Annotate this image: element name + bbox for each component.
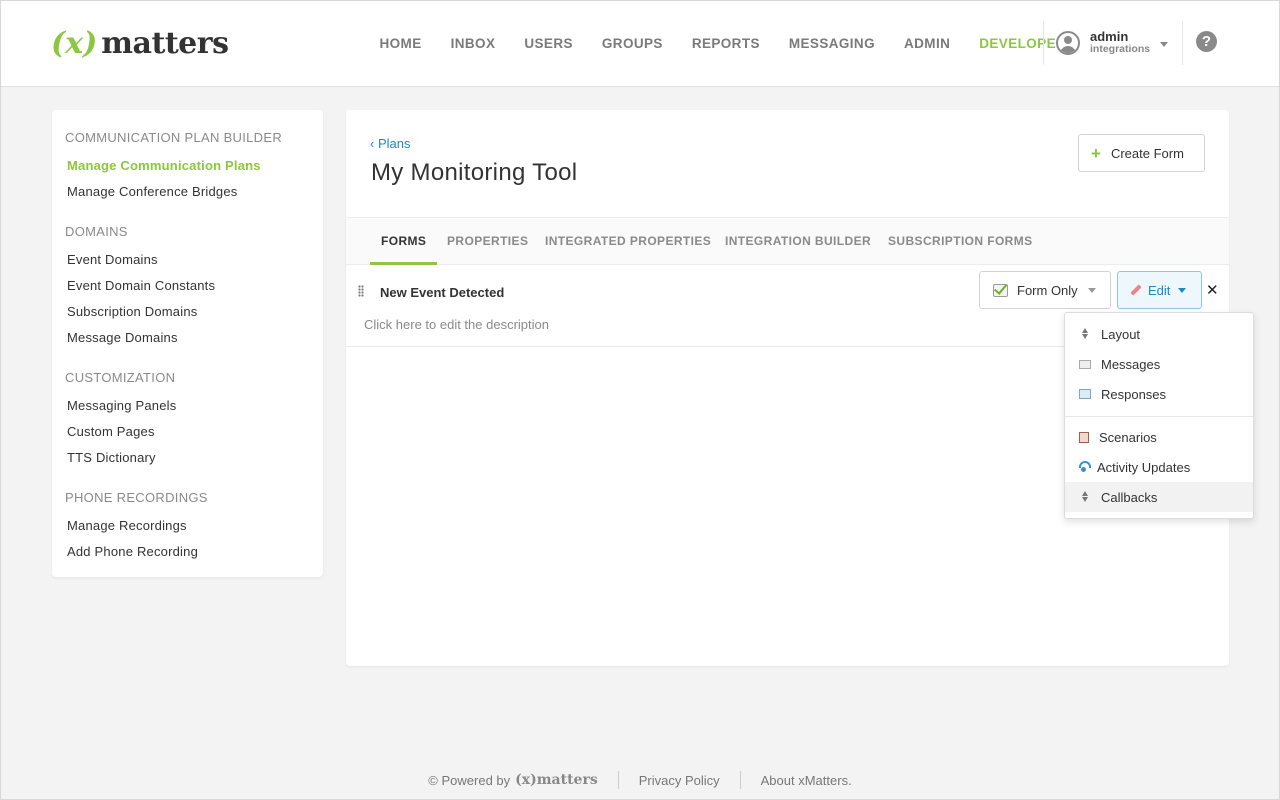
- sidebar-item-event-domain-constants[interactable]: Event Domain Constants: [67, 278, 215, 293]
- chevron-left-icon: ‹: [370, 136, 375, 151]
- broadcast-icon: [1079, 461, 1091, 473]
- form-mode-dropdown[interactable]: Form Only: [979, 271, 1111, 309]
- menu-item-activity-updates[interactable]: Activity Updates: [1065, 452, 1253, 482]
- sidebar-section-title: COMMUNICATION PLAN BUILDER: [65, 130, 283, 145]
- menu-item-label: Responses: [1101, 386, 1167, 402]
- sidebar-section-title: PHONE RECORDINGS: [65, 490, 208, 505]
- tab-integration-builder[interactable]: INTEGRATION BUILDER: [725, 218, 871, 265]
- pencil-icon: [1130, 284, 1142, 296]
- checkbox-icon: [993, 283, 1008, 297]
- tab-subscription-forms[interactable]: SUBSCRIPTION FORMS: [888, 218, 1033, 265]
- breadcrumb-plans: Plans: [377, 136, 411, 151]
- sidebar-item-add-phone-recording[interactable]: Add Phone Recording: [67, 544, 198, 559]
- tab-forms[interactable]: FORMS: [370, 218, 438, 265]
- responses-icon: [1079, 389, 1091, 399]
- nav-admin[interactable]: ADMIN: [890, 36, 965, 51]
- powered-by-text: © Powered by: [428, 772, 511, 788]
- user-info: admin integrations: [1090, 29, 1151, 55]
- menu-item-responses[interactable]: Responses: [1065, 379, 1253, 409]
- plus-icon: +: [1091, 143, 1101, 163]
- close-icon[interactable]: ✕: [1206, 281, 1219, 299]
- menu-item-label: Scenarios: [1099, 429, 1157, 445]
- page-title: My Monitoring Tool: [371, 159, 578, 186]
- breadcrumb[interactable]: ‹ Plans: [370, 136, 411, 151]
- sidebar-item-subscription-domains[interactable]: Subscription Domains: [67, 304, 197, 319]
- form-mode-label: Form Only: [1017, 282, 1078, 298]
- chevron-down-icon: [1160, 41, 1169, 47]
- sidebar-item-custom-pages[interactable]: Custom Pages: [67, 424, 155, 439]
- user-name: admin: [1090, 29, 1129, 44]
- about-link[interactable]: About xMatters.: [761, 773, 852, 788]
- menu-item-label: Messages: [1101, 356, 1161, 372]
- xmatters-logo[interactable]: (x) matters: [51, 23, 229, 63]
- create-form-button[interactable]: + Create Form: [1078, 134, 1205, 172]
- sort-icon: [1079, 491, 1091, 503]
- edit-label: Edit: [1148, 282, 1171, 298]
- nav-reports[interactable]: REPORTS: [677, 36, 774, 51]
- menu-item-messages[interactable]: Messages: [1065, 349, 1253, 379]
- nav-users[interactable]: USERS: [510, 36, 588, 51]
- user-menu[interactable]: admin integrations: [1043, 21, 1183, 65]
- main-nav: HOME INBOX USERS GROUPS REPORTS MESSAGIN…: [365, 1, 1081, 85]
- footer-divider: [739, 771, 741, 789]
- nav-inbox[interactable]: INBOX: [436, 36, 510, 51]
- tab-integrated-properties[interactable]: INTEGRATED PROPERTIES: [545, 218, 711, 265]
- sidebar: COMMUNICATION PLAN BUILDER Manage Commun…: [52, 110, 323, 577]
- sidebar-item-tts-dictionary[interactable]: TTS Dictionary: [67, 450, 156, 465]
- footer-divider: [617, 771, 619, 789]
- powered-by: © Powered by (x)matters: [428, 772, 597, 788]
- avatar-icon: [1056, 31, 1080, 55]
- sidebar-item-message-domains[interactable]: Message Domains: [67, 330, 178, 345]
- sort-icon: [1079, 328, 1091, 340]
- menu-item-label: Activity Updates: [1097, 459, 1191, 475]
- menu-item-scenarios[interactable]: Scenarios: [1065, 422, 1253, 452]
- sidebar-item-manage-conference-bridges[interactable]: Manage Conference Bridges: [67, 184, 238, 199]
- menu-item-callbacks[interactable]: Callbacks: [1065, 482, 1253, 512]
- footer: © Powered by (x)matters Privacy Policy A…: [1, 769, 1279, 791]
- sidebar-section-title: CUSTOMIZATION: [65, 370, 176, 385]
- sidebar-section-title: DOMAINS: [65, 224, 128, 239]
- edit-dropdown-menu: Layout Messages Responses Scenarios Acti…: [1064, 312, 1254, 519]
- menu-item-label: Layout: [1101, 326, 1141, 342]
- drag-handle-icon[interactable]: [358, 285, 364, 297]
- privacy-policy-link[interactable]: Privacy Policy: [639, 773, 720, 788]
- menu-item-label: Callbacks: [1101, 489, 1158, 505]
- sidebar-item-manage-recordings[interactable]: Manage Recordings: [67, 518, 187, 533]
- footer-logo: (x)matters: [515, 772, 598, 788]
- sidebar-item-event-domains[interactable]: Event Domains: [67, 252, 158, 267]
- form-name[interactable]: New Event Detected: [380, 285, 504, 300]
- logo-text: matters: [101, 25, 229, 61]
- edit-button[interactable]: Edit: [1117, 271, 1202, 309]
- top-header: (x) matters HOME INBOX USERS GROUPS REPO…: [1, 1, 1279, 87]
- menu-divider: [1065, 416, 1253, 417]
- chevron-down-icon: [1178, 287, 1187, 293]
- nav-messaging[interactable]: MESSAGING: [774, 36, 889, 51]
- nav-groups[interactable]: GROUPS: [587, 36, 677, 51]
- form-description[interactable]: Click here to edit the description: [364, 317, 549, 332]
- envelope-icon: [1079, 360, 1091, 369]
- chevron-down-icon: [1087, 287, 1096, 293]
- book-icon: [1079, 431, 1089, 443]
- user-role: integrations: [1090, 43, 1151, 55]
- tab-bar: FORMS PROPERTIES INTEGRATED PROPERTIES I…: [346, 217, 1229, 265]
- help-icon[interactable]: ?: [1196, 31, 1217, 52]
- sidebar-item-manage-communication-plans[interactable]: Manage Communication Plans: [67, 158, 261, 173]
- nav-home[interactable]: HOME: [365, 36, 436, 51]
- create-form-label: Create Form: [1110, 145, 1184, 161]
- menu-item-layout[interactable]: Layout: [1065, 319, 1253, 349]
- logo-x: (x): [51, 25, 98, 61]
- tab-properties[interactable]: PROPERTIES: [447, 218, 528, 265]
- sidebar-item-messaging-panels[interactable]: Messaging Panels: [67, 398, 176, 413]
